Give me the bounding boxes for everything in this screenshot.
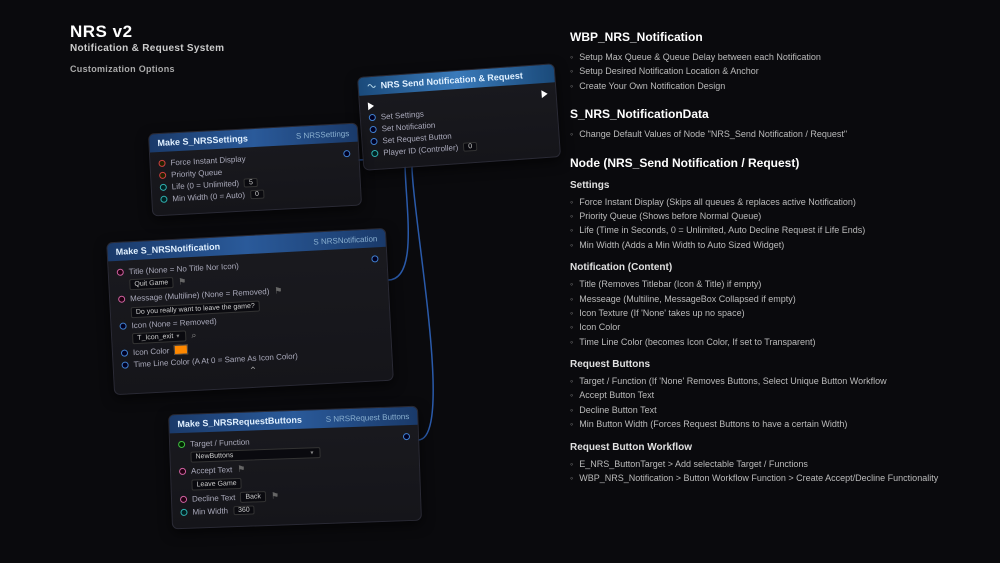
node-make-request-buttons[interactable]: Make S_NRSRequestButtons S NRSRequest Bu…	[168, 406, 422, 530]
struct-pin[interactable]	[370, 138, 377, 145]
doc-subsection-title: Request Button Workflow	[570, 442, 990, 453]
documentation-panel: WBP_NRS_Notification Setup Max Queue & Q…	[570, 30, 990, 485]
doc-bullet: Setup Max Queue & Queue Delay between ea…	[570, 50, 990, 64]
flag-icon: ⚑	[274, 285, 283, 296]
doc-bullet: Setup Desired Notification Location & An…	[570, 64, 990, 78]
doc-section-title: S_NRS_NotificationData	[570, 107, 990, 121]
blueprint-graph[interactable]: NRS Send Notification & Request Set Sett…	[30, 40, 550, 560]
bool-pin[interactable]	[158, 160, 165, 167]
node-title: Make S_NRSSettings	[157, 133, 248, 148]
struct-output-label: S NRSSettings	[296, 129, 350, 141]
text-pin[interactable]	[118, 296, 125, 303]
doc-bullet: Change Default Values of Node "NRS_Send …	[570, 127, 990, 141]
doc-subsection-title: Settings	[570, 180, 990, 191]
struct-output-label: S NRSRequest Buttons	[326, 411, 410, 423]
struct-pin[interactable]	[369, 126, 376, 133]
enum-pin[interactable]	[178, 441, 185, 448]
doc-subsection-title: Request Buttons	[570, 359, 990, 370]
icon-color-swatch[interactable]	[174, 344, 189, 355]
struct-out-pin[interactable]	[371, 255, 378, 262]
node-make-notification[interactable]: Make S_NRSNotification S NRSNotification…	[106, 228, 394, 395]
function-icon	[366, 81, 377, 92]
doc-bullet: Force Instant Display (Skips all queues …	[570, 195, 990, 209]
node-title: Make S_NRSRequestButtons	[177, 415, 302, 429]
bool-pin[interactable]	[159, 172, 166, 179]
struct-out-pin[interactable]	[403, 433, 410, 440]
player-id-value[interactable]: 0	[463, 142, 478, 152]
doc-bullet: Accept Button Text	[570, 388, 990, 402]
doc-bullet: WBP_NRS_Notification > Button Workflow F…	[570, 471, 990, 485]
decline-input[interactable]: Back	[240, 491, 266, 503]
target-dropdown[interactable]: NewButtons▾	[190, 447, 320, 463]
doc-bullet: Title (Removes Titlebar (Icon & Title) i…	[570, 277, 990, 291]
doc-bullet: Target / Function (If 'None' Removes But…	[570, 374, 990, 388]
life-value[interactable]: 5	[244, 178, 258, 188]
struct-pin[interactable]	[369, 114, 376, 121]
minwidth-value[interactable]: 0	[250, 190, 264, 200]
doc-subsection-title: Notification (Content)	[570, 262, 990, 273]
icon-dropdown[interactable]: T_Icon_exit▾	[132, 330, 187, 344]
node-make-settings[interactable]: Make S_NRSSettings S NRSSettings Force I…	[148, 123, 362, 217]
doc-bullet: Time Line Color (becomes Icon Color, If …	[570, 335, 990, 349]
exec-out-pin[interactable]	[541, 90, 548, 98]
chevron-down-icon: ▾	[310, 449, 313, 456]
text-pin[interactable]	[179, 468, 186, 475]
float-pin[interactable]	[160, 184, 167, 191]
accept-input[interactable]: Leave Game	[191, 478, 241, 491]
node-title: Make S_NRSNotification	[115, 241, 220, 256]
float-pin[interactable]	[160, 196, 167, 203]
flag-icon: ⚑	[271, 491, 279, 502]
color-pin[interactable]	[121, 349, 128, 356]
doc-bullet: Messeage (Multiline, MessageBox Collapse…	[570, 292, 990, 306]
text-pin[interactable]	[180, 496, 187, 503]
struct-out-pin[interactable]	[343, 150, 350, 157]
node-send-notification[interactable]: NRS Send Notification & Request Set Sett…	[357, 63, 561, 171]
exec-in-pin[interactable]	[368, 102, 375, 110]
object-pin[interactable]	[119, 322, 126, 329]
doc-section-title: Node (NRS_Send Notification / Request)	[570, 156, 990, 170]
text-pin[interactable]	[117, 269, 124, 276]
doc-bullet: Min Button Width (Forces Request Buttons…	[570, 417, 990, 431]
chevron-down-icon: ▾	[176, 333, 179, 340]
doc-section-title: WBP_NRS_Notification	[570, 30, 990, 44]
browse-icon[interactable]: ⌕	[191, 330, 197, 341]
doc-bullet: Icon Color	[570, 320, 990, 334]
minwidth-value[interactable]: 360	[233, 505, 255, 515]
color-pin[interactable]	[121, 361, 128, 368]
doc-bullet: Decline Button Text	[570, 403, 990, 417]
doc-bullet: Create Your Own Notification Design	[570, 79, 990, 93]
int-pin[interactable]	[371, 150, 378, 157]
doc-bullet: Life (Time in Seconds, 0 = Unlimited, Au…	[570, 223, 990, 237]
doc-bullet: Min Width (Adds a Min Width to Auto Size…	[570, 238, 990, 252]
title-input[interactable]: Quit Game	[129, 277, 173, 290]
struct-output-label: S NRSNotification	[313, 234, 377, 246]
float-pin[interactable]	[180, 509, 187, 516]
doc-bullet: E_NRS_ButtonTarget > Add selectable Targ…	[570, 457, 990, 471]
flag-icon: ⚑	[178, 276, 187, 287]
flag-icon: ⚑	[237, 464, 245, 475]
doc-bullet: Icon Texture (If 'None' takes up no spac…	[570, 306, 990, 320]
doc-bullet: Priority Queue (Shows before Normal Queu…	[570, 209, 990, 223]
product-title: NRS v2	[70, 22, 550, 42]
